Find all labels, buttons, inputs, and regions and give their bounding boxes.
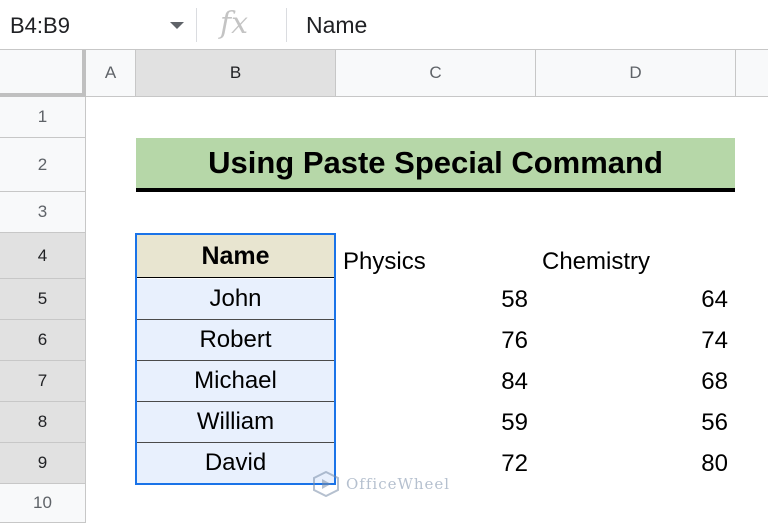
column-header-b[interactable]: B xyxy=(136,50,336,97)
table-cell-physics[interactable]: 58 xyxy=(336,279,528,320)
chevron-down-icon[interactable] xyxy=(170,22,184,29)
officewheel-logo-icon xyxy=(313,471,339,497)
table-cell-name[interactable]: Michael xyxy=(136,361,335,402)
row-header-3[interactable]: 3 xyxy=(0,192,86,233)
row-header-4[interactable]: 4 xyxy=(0,233,86,279)
table-cell-chemistry[interactable]: 64 xyxy=(536,279,728,320)
column-header-e[interactable] xyxy=(736,50,768,97)
row-header-7[interactable]: 7 xyxy=(0,361,86,402)
table-cell-physics[interactable]: 59 xyxy=(336,402,528,443)
divider xyxy=(196,8,197,42)
table-cell-chemistry[interactable]: 74 xyxy=(536,320,728,361)
header-physics[interactable]: Physics xyxy=(343,240,426,283)
formula-bar: B4:B9 fx Name xyxy=(0,0,768,50)
watermark-text: OfficeWheel xyxy=(346,475,451,493)
table-cell-name[interactable]: John xyxy=(136,279,335,320)
table-cell-name[interactable]: William xyxy=(136,402,335,443)
row-header-9[interactable]: 9 xyxy=(0,443,86,484)
function-icon: fx xyxy=(220,6,249,41)
row-header-1[interactable]: 1 xyxy=(0,97,86,138)
divider xyxy=(286,8,287,42)
name-box-value: B4:B9 xyxy=(10,13,70,38)
table-cell-physics[interactable]: 84 xyxy=(336,361,528,402)
row-header-8[interactable]: 8 xyxy=(0,402,86,443)
row-header-10[interactable]: 10 xyxy=(0,484,86,523)
header-name[interactable]: Name xyxy=(136,235,335,278)
formula-input[interactable]: Name xyxy=(306,12,367,39)
select-all-corner[interactable] xyxy=(0,50,86,97)
column-header-c[interactable]: C xyxy=(336,50,536,97)
table-cell-chemistry[interactable]: 56 xyxy=(536,402,728,443)
column-header-d[interactable]: D xyxy=(536,50,736,97)
header-chemistry[interactable]: Chemistry xyxy=(542,240,650,283)
table-cell-chemistry[interactable]: 68 xyxy=(536,361,728,402)
row-header-6[interactable]: 6 xyxy=(0,320,86,361)
table-cell-name[interactable]: David xyxy=(136,443,335,484)
watermark: OfficeWheel xyxy=(312,471,450,497)
table-cell-name[interactable]: Robert xyxy=(136,320,335,361)
table-cell-physics[interactable]: 76 xyxy=(336,320,528,361)
name-box[interactable]: B4:B9 xyxy=(0,0,196,50)
row-header-5[interactable]: 5 xyxy=(0,279,86,320)
column-header-a[interactable]: A xyxy=(86,50,136,97)
row-header-2[interactable]: 2 xyxy=(0,138,86,192)
table-cell-chemistry[interactable]: 80 xyxy=(536,443,728,484)
sheet-title[interactable]: Using Paste Special Command xyxy=(136,138,735,192)
